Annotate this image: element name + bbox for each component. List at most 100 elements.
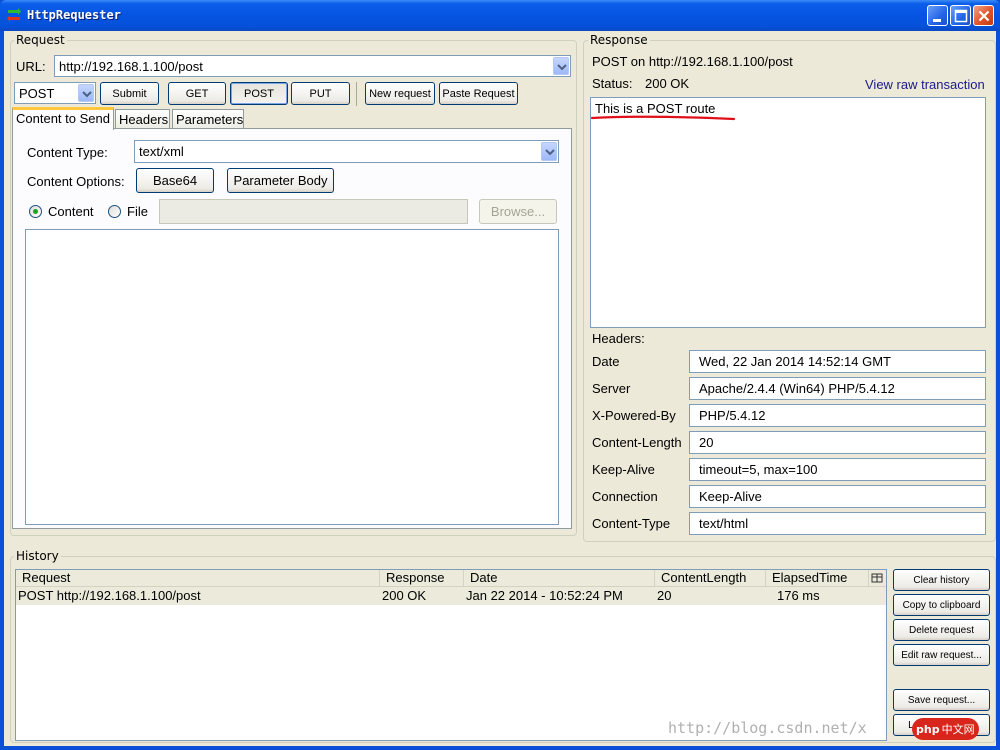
history-list[interactable]: Request Response Date ContentLength Elap… <box>15 569 887 741</box>
history-row-length: 20 <box>657 588 672 603</box>
base64-button[interactable]: Base64 <box>136 168 214 193</box>
delete-request-button[interactable]: Delete request <box>893 619 990 641</box>
header-name-content-type: Content-Type <box>592 516 671 531</box>
column-header-request[interactable]: Request <box>16 570 380 586</box>
browse-button[interactable]: Browse... <box>479 199 557 224</box>
header-value-server[interactable]: Apache/2.4.4 (Win64) PHP/5.4.12 <box>689 377 986 400</box>
content-options-label: Content Options: <box>27 174 125 189</box>
clear-history-button[interactable]: Clear history <box>893 569 990 591</box>
window-title: HttpRequester <box>27 8 121 22</box>
content-type-value: text/xml <box>139 144 184 159</box>
submit-button[interactable]: Submit <box>100 82 159 105</box>
tab-parameters[interactable]: Parameters <box>172 109 244 129</box>
request-group-label: Request <box>14 33 67 47</box>
app-icon <box>7 8 21 22</box>
header-name-date: Date <box>592 354 620 369</box>
tab-headers[interactable]: Headers <box>115 109 170 129</box>
php-logo-suffix: 中文网 <box>941 723 975 736</box>
column-picker-button[interactable] <box>869 570 886 586</box>
request-tabs: Content to Send Headers Parameters Conte… <box>12 107 572 529</box>
content-type-dropdown-button[interactable] <box>541 142 557 161</box>
header-value-server-text: Apache/2.4.4 (Win64) PHP/5.4.12 <box>699 381 895 396</box>
post-button[interactable]: POST <box>230 82 288 105</box>
header-value-content-type[interactable]: text/html <box>689 512 986 535</box>
header-value-connection-text: Keep-Alive <box>699 489 762 504</box>
method-select[interactable]: POST <box>14 82 96 104</box>
header-value-x-powered-by-text: PHP/5.4.12 <box>699 408 766 423</box>
url-label: URL: <box>16 59 46 74</box>
file-radio-label: File <box>127 204 148 219</box>
header-value-connection[interactable]: Keep-Alive <box>689 485 986 508</box>
new-request-button[interactable]: New request <box>365 82 435 105</box>
header-value-keep-alive-text: timeout=5, max=100 <box>699 462 818 477</box>
tab-content-to-send[interactable]: Content to Send <box>12 107 114 130</box>
url-value: http://192.168.1.100/post <box>59 58 203 74</box>
toolbar-separator <box>356 82 357 106</box>
watermark-url: http://blog.csdn.net/x <box>668 719 867 737</box>
column-header-response[interactable]: Response <box>380 570 464 586</box>
history-list-header: Request Response Date ContentLength Elap… <box>16 570 886 587</box>
column-header-contentlength[interactable]: ContentLength <box>655 570 766 586</box>
column-picker-icon <box>871 573 883 583</box>
maximize-button[interactable] <box>950 5 971 26</box>
get-button[interactable]: GET <box>168 82 226 105</box>
copy-to-clipboard-button[interactable]: Copy to clipboard <box>893 594 990 616</box>
view-raw-transaction-link[interactable]: View raw transaction <box>865 77 985 92</box>
php-logo-text: php <box>916 722 940 736</box>
header-value-content-length-text: 20 <box>699 435 714 450</box>
paste-request-button[interactable]: Paste Request <box>439 82 518 105</box>
response-body-box[interactable]: This is a POST route <box>590 97 986 328</box>
history-row[interactable]: POST http://192.168.1.100/post 200 OK Ja… <box>16 587 886 605</box>
header-value-keep-alive[interactable]: timeout=5, max=100 <box>689 458 986 481</box>
header-value-content-length[interactable]: 20 <box>689 431 986 454</box>
chevron-down-icon <box>82 91 92 98</box>
content-body-textarea[interactable] <box>25 229 559 525</box>
history-row-date: Jan 22 2014 - 10:52:24 PM <box>466 588 623 603</box>
response-group-label: Response <box>588 33 650 47</box>
parameter-body-button[interactable]: Parameter Body <box>227 168 334 193</box>
file-radio[interactable] <box>108 205 121 218</box>
content-type-label: Content Type: <box>27 145 108 160</box>
edit-raw-request-button[interactable]: Edit raw request... <box>893 644 990 666</box>
header-name-keep-alive: Keep-Alive <box>592 462 655 477</box>
history-group-label: History <box>14 549 61 563</box>
header-value-date-text: Wed, 22 Jan 2014 14:52:14 GMT <box>699 354 891 369</box>
header-value-x-powered-by[interactable]: PHP/5.4.12 <box>689 404 986 427</box>
close-button[interactable] <box>973 5 994 26</box>
history-row-elapsed: 176 ms <box>777 588 820 603</box>
header-name-x-powered-by: X-Powered-By <box>592 408 676 423</box>
title-bar[interactable]: HttpRequester <box>0 0 1000 31</box>
php-logo: php 中文网 <box>912 718 979 740</box>
minimize-button[interactable] <box>927 5 948 26</box>
status-value: 200 OK <box>645 76 690 91</box>
save-request-button[interactable]: Save request... <box>893 689 990 711</box>
method-value: POST <box>19 85 55 101</box>
content-tab-page: Content Type: text/xml Content Options: … <box>12 128 572 529</box>
file-path-input[interactable] <box>159 199 468 224</box>
chevron-down-icon <box>545 149 555 156</box>
url-combobox[interactable]: http://192.168.1.100/post <box>54 55 571 77</box>
content-radio-label: Content <box>48 204 94 219</box>
put-button[interactable]: PUT <box>291 82 350 105</box>
url-dropdown-button[interactable] <box>553 57 569 75</box>
content-radio[interactable] <box>29 205 42 218</box>
response-summary: POST on http://192.168.1.100/post <box>592 54 793 69</box>
client-area: Request URL: http://192.168.1.100/post P… <box>4 31 996 746</box>
chevron-down-icon <box>557 64 567 71</box>
headers-label: Headers: <box>592 331 645 346</box>
history-row-response: 200 OK <box>382 588 427 603</box>
history-group: History Request Response Date ContentLen… <box>10 549 996 743</box>
header-name-server: Server <box>592 381 631 396</box>
header-name-connection: Connection <box>592 489 658 504</box>
history-row-request: POST http://192.168.1.100/post <box>18 588 201 603</box>
content-type-select[interactable]: text/xml <box>134 140 559 163</box>
minimize-icon <box>933 19 941 22</box>
method-dropdown-button[interactable] <box>78 84 94 102</box>
column-header-date[interactable]: Date <box>464 570 655 586</box>
request-group: Request URL: http://192.168.1.100/post P… <box>10 33 577 536</box>
status-label: Status: <box>592 76 633 91</box>
header-name-content-length: Content-Length <box>592 435 682 450</box>
column-header-elapsedtime[interactable]: ElapsedTime <box>766 570 869 586</box>
header-value-date[interactable]: Wed, 22 Jan 2014 14:52:14 GMT <box>689 350 986 373</box>
red-underline-annotation <box>590 115 736 121</box>
